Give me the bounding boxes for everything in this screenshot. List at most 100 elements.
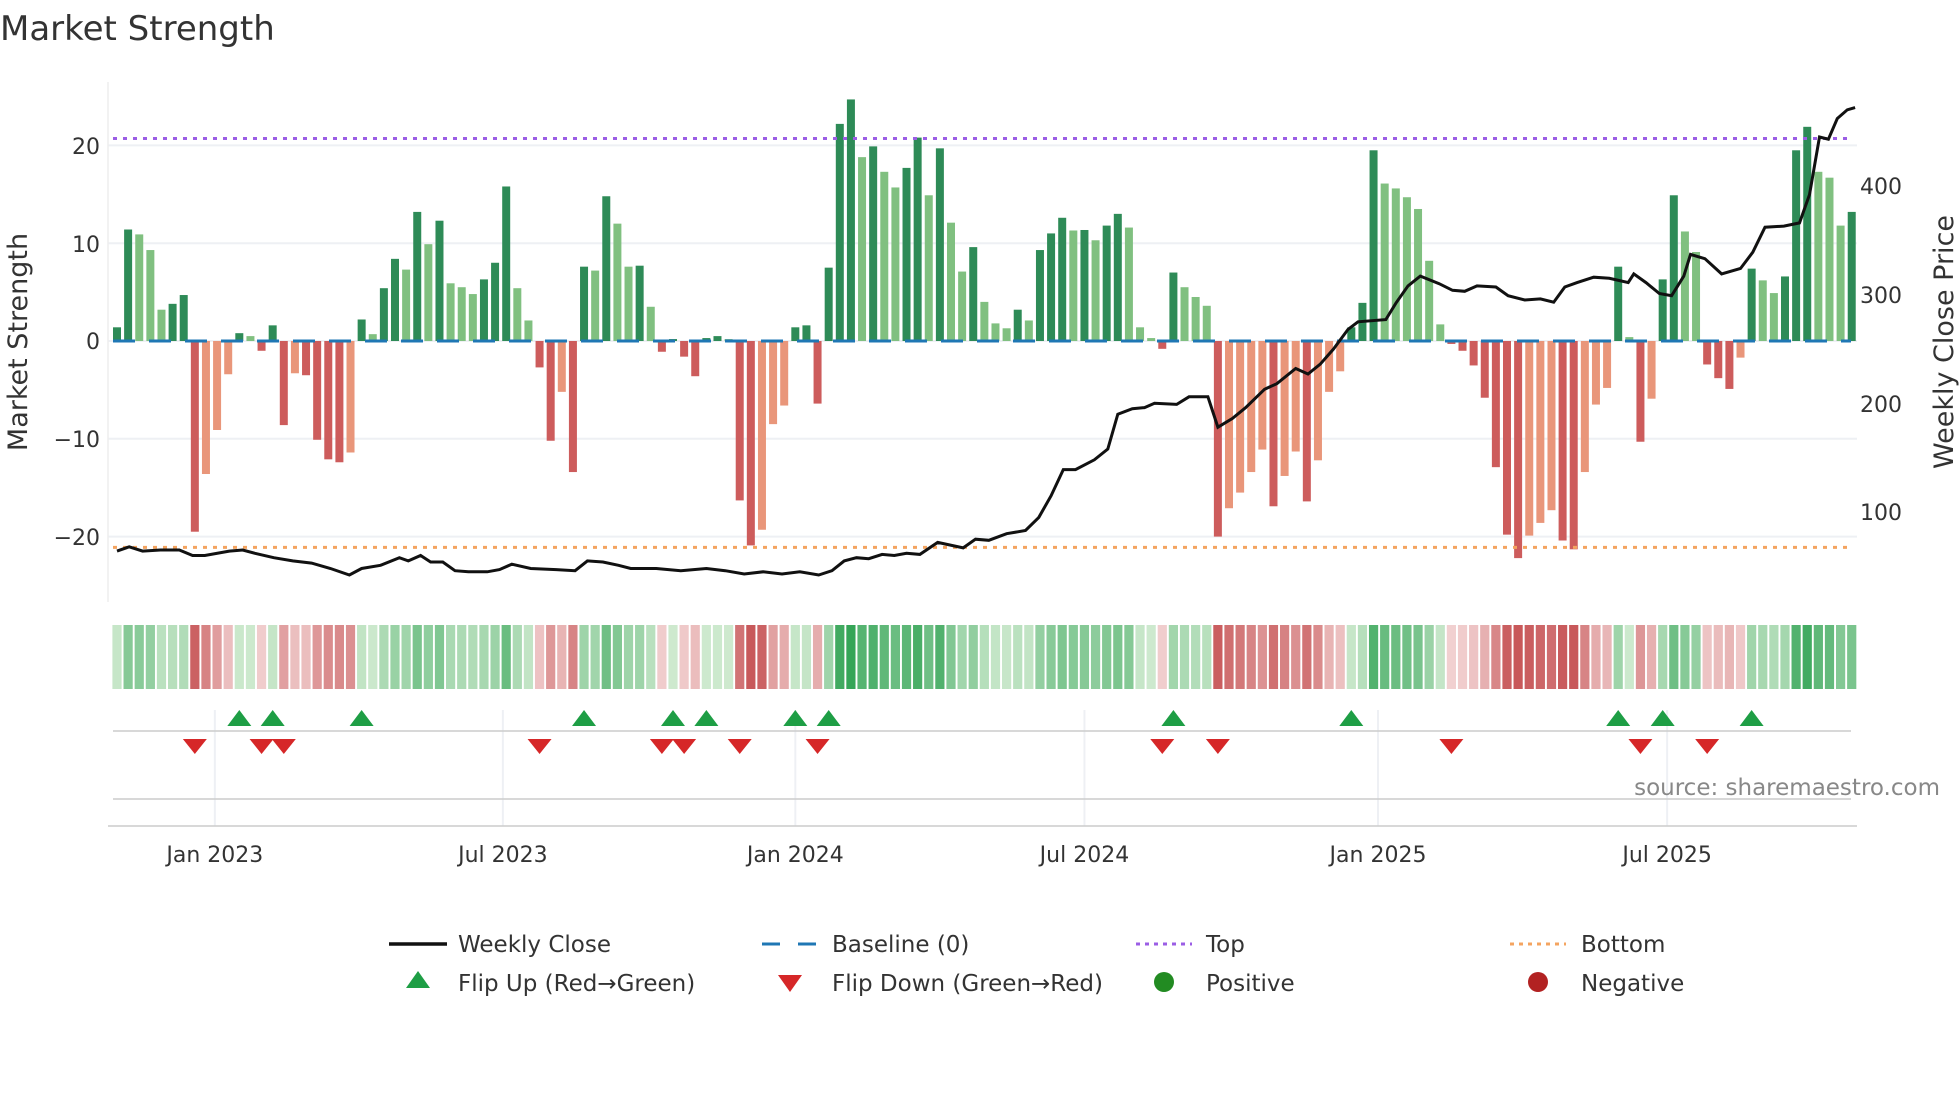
strip-cell xyxy=(779,625,789,689)
strip-cell xyxy=(523,625,534,689)
strength-bar xyxy=(446,283,455,341)
flip-down-marker xyxy=(727,739,752,754)
strip-cell xyxy=(901,625,912,689)
strip-cell xyxy=(712,625,723,689)
strength-bar xyxy=(1814,171,1823,341)
strength-bar xyxy=(1736,341,1745,358)
strength-bar xyxy=(980,301,989,341)
strength-bar xyxy=(757,341,766,530)
strip-cell xyxy=(112,625,122,689)
strength-bar xyxy=(1391,188,1400,341)
strength-bar xyxy=(190,341,199,532)
y2-axis-ticks: 400 300 200 100 xyxy=(1860,175,1902,526)
strip-cell xyxy=(1313,625,1323,689)
flip-down-marker xyxy=(271,739,296,754)
strength-bar xyxy=(1758,280,1767,341)
strength-bar xyxy=(746,341,755,546)
strip-cell xyxy=(234,625,244,689)
legend-flip-up: Flip Up (Red→Green) xyxy=(458,971,695,997)
strip-cell xyxy=(501,625,511,689)
strength-bar xyxy=(1225,341,1233,509)
strip-cell xyxy=(134,625,144,689)
strip-cell xyxy=(490,625,500,689)
strength-bar xyxy=(1280,341,1289,476)
strip-cell xyxy=(1268,625,1279,689)
strip-cell xyxy=(601,625,611,689)
strip-cell xyxy=(1580,625,1590,689)
strength-bar xyxy=(1035,250,1044,341)
strength-bar xyxy=(1825,177,1834,341)
strength-bar xyxy=(1658,279,1667,341)
flip-down-marker xyxy=(249,739,274,754)
strength-bar xyxy=(313,341,322,440)
strip-cell xyxy=(179,625,189,689)
strength-bar xyxy=(880,171,889,341)
strip-cell xyxy=(801,625,812,689)
strip-cell xyxy=(679,625,689,689)
y2-axis-label: Weekly Close Price xyxy=(1929,215,1960,469)
strip-cell xyxy=(1124,625,1134,689)
strength-bar xyxy=(1480,341,1489,398)
strip-cell xyxy=(1391,625,1401,689)
strip-cell xyxy=(301,625,311,689)
strength-bar xyxy=(1792,150,1801,341)
strength-bar xyxy=(1836,225,1845,341)
legend-positive: Positive xyxy=(1206,971,1295,997)
strip-cell xyxy=(1524,625,1534,689)
strip-cell xyxy=(868,625,878,689)
strength-bar xyxy=(824,267,833,341)
strip-cell xyxy=(401,625,411,689)
strength-bar xyxy=(1803,126,1812,342)
strength-bar xyxy=(568,341,577,473)
strength-bar xyxy=(179,295,188,341)
strip-cell xyxy=(1791,625,1801,689)
strip-cell xyxy=(201,625,211,689)
strip-cell xyxy=(590,625,600,689)
strength-bar xyxy=(1769,293,1778,341)
strip-cell xyxy=(412,625,422,689)
strength-bar xyxy=(713,336,722,341)
strength-bar xyxy=(947,222,955,341)
strip-cell xyxy=(1135,625,1145,689)
strip-cell xyxy=(957,625,967,689)
strip-cell xyxy=(1413,625,1423,689)
strip-cell xyxy=(1357,625,1368,689)
strength-heat-strip xyxy=(112,625,1857,689)
strip-cell xyxy=(1658,625,1668,689)
flip-up-marker xyxy=(816,710,841,726)
strength-bar xyxy=(279,341,288,426)
strength-bar xyxy=(335,341,344,463)
strength-bar xyxy=(290,341,299,374)
strip-cell xyxy=(1769,625,1779,689)
strip-cell xyxy=(668,625,678,689)
strength-bar xyxy=(613,223,622,341)
strip-cell xyxy=(123,625,133,689)
strength-bar xyxy=(524,320,533,341)
y-tick: 20 xyxy=(72,135,100,160)
strength-bar xyxy=(535,341,544,368)
strip-cell xyxy=(1513,625,1523,689)
strength-bar xyxy=(246,336,255,341)
strip-cell xyxy=(568,625,578,689)
strength-bar xyxy=(168,303,177,341)
strip-cell xyxy=(1435,625,1445,689)
strip-cell xyxy=(1424,625,1434,689)
strip-cell xyxy=(635,625,645,689)
strip-cell xyxy=(724,625,734,689)
strip-cell xyxy=(1013,625,1023,689)
legend-baseline: Baseline (0) xyxy=(832,932,969,958)
strength-bar xyxy=(1558,341,1567,541)
strip-cell xyxy=(935,625,945,689)
strength-bar xyxy=(1058,217,1067,341)
strip-cell xyxy=(879,625,889,689)
strength-bar xyxy=(357,319,366,341)
flip-up-marker xyxy=(1339,710,1364,726)
strip-cell xyxy=(368,625,378,689)
strip-cell xyxy=(1224,625,1234,689)
strength-bar xyxy=(146,250,155,341)
strip-cell xyxy=(924,625,934,689)
source-credit: source: sharemaestro.com xyxy=(1634,775,1940,801)
strength-bar xyxy=(902,167,911,341)
strength-bar xyxy=(513,288,522,341)
strength-bar xyxy=(1747,268,1756,341)
